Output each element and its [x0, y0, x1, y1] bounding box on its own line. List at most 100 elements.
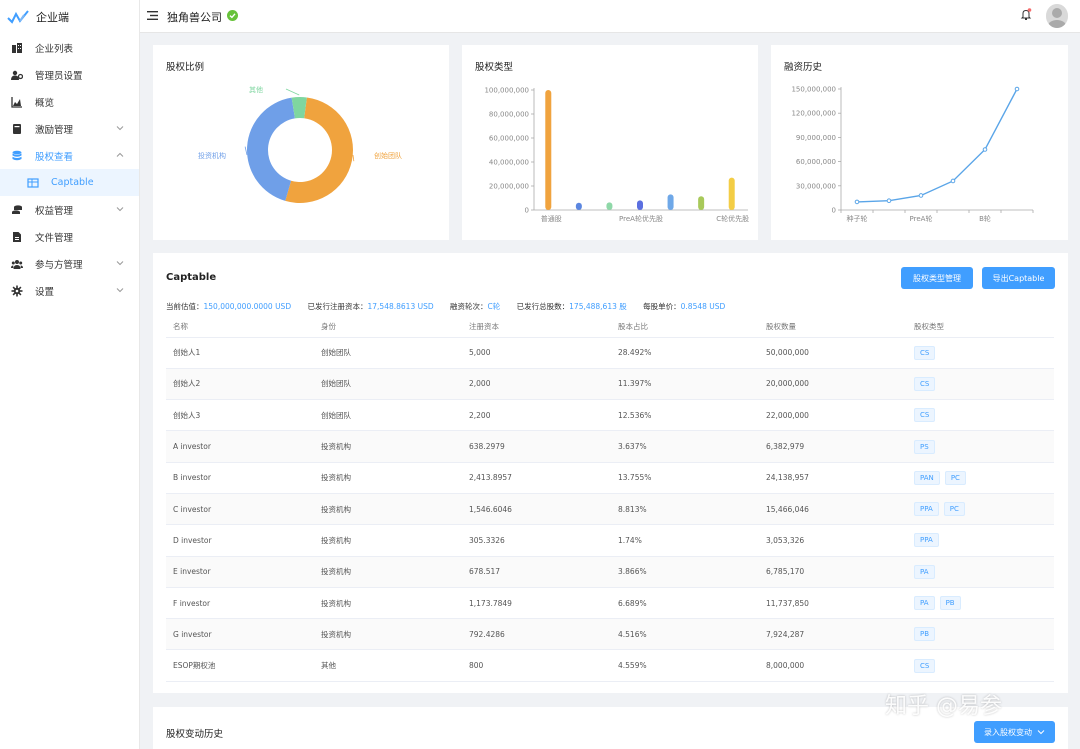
valuation-label: 当前估值：: [166, 302, 204, 311]
sidebar-item-label: 参与方管理: [35, 259, 83, 271]
equity-type-tag: PPA: [914, 533, 939, 548]
table-cell: 2,200: [462, 399, 611, 432]
equity-ratio-card: 股权比例 创始团队 投资机构 其他: [153, 45, 449, 240]
chevron-down-icon: [116, 207, 124, 212]
app-logo[interactable]: 企业端: [0, 0, 139, 34]
equity-type-tag: PB: [939, 596, 961, 611]
table-cell: F investor: [166, 587, 314, 620]
company-name[interactable]: 独角兽公司: [167, 9, 222, 25]
coins-icon: [11, 204, 23, 216]
funding-history-line-chart: 0 30,000,000 60,000,000 90,000,000 120,000,0…: [791, 86, 1034, 223]
equity-type-bar-chart: 0 20,000,000 40,000,000 60,000,000 80,000,00…: [484, 87, 749, 224]
bar[interactable]: [606, 202, 613, 210]
table-cell: G investor: [166, 618, 314, 651]
table-icon: [27, 177, 39, 189]
table-cell: D investor: [166, 524, 314, 557]
equity-type-tag: PS: [914, 439, 935, 454]
table-cell: 8.813%: [611, 493, 759, 526]
sidebar-item-label: 文件管理: [35, 232, 74, 244]
sidebar-item-menu-9[interactable]: 设置: [0, 277, 139, 304]
table-cell: 创始人1: [166, 337, 314, 369]
table-cell: 12.536%: [611, 399, 759, 432]
sidebar-item-menu-3[interactable]: 激励管理: [0, 115, 139, 142]
captable-summary: 当前估值：150,000,000.0000 USD 已发行注册资本：17,548…: [166, 301, 739, 312]
registered-capital-label: 已发行注册资本：: [307, 302, 368, 311]
sidebar-item-menu-8[interactable]: 参与方管理: [0, 250, 139, 277]
sidebar-item-menu-7[interactable]: 文件管理: [0, 223, 139, 250]
sidebar-item-menu-2[interactable]: 概览: [0, 88, 139, 115]
export-captable-button[interactable]: 导出Captable: [982, 267, 1055, 289]
equity-type-tag: PC: [944, 470, 966, 485]
sidebar-item-menu-4[interactable]: 股权查看: [0, 142, 139, 169]
x-tick-label: C轮优先股: [716, 214, 749, 223]
captable-title: Captable: [166, 272, 217, 283]
sidebar-item-menu-0[interactable]: 企业列表: [0, 34, 139, 61]
share-price-value: 0.8548 USD: [680, 302, 726, 311]
logo-icon: [7, 10, 29, 24]
bar[interactable]: [575, 202, 582, 210]
sidebar-item-label: 股权查看: [35, 151, 74, 163]
building-icon: [11, 42, 23, 54]
bar[interactable]: [728, 177, 735, 210]
sidebar: 企业端 企业列表管理员设置 概览 激励管理股权查看 Captable 权益管理文件管理参…: [0, 0, 140, 749]
funding-round-label: 融资轮次：: [450, 302, 488, 311]
bar[interactable]: [545, 90, 552, 210]
table-cell: 4.559%: [611, 649, 759, 682]
equity-type-tag: PPA: [914, 502, 939, 517]
table-cell: ESOP期权池: [166, 649, 314, 682]
table-cell: 800: [462, 649, 611, 682]
y-tick-label: 90,000,000: [796, 134, 836, 142]
notification-bell-icon[interactable]: [1020, 8, 1032, 21]
table-cell: 1.74%: [611, 524, 759, 557]
column-header: 身份: [314, 316, 462, 338]
sidebar-item-captable[interactable]: Captable: [0, 169, 139, 196]
slice-investors[interactable]: [247, 97, 295, 201]
chevron-down-icon: [116, 126, 124, 131]
data-point[interactable]: [950, 178, 956, 184]
equity-type-management-button[interactable]: 股权类型管理: [901, 267, 973, 289]
sidebar-item-menu-1[interactable]: 管理员设置: [0, 61, 139, 88]
x-tick-label: PreA轮优先股: [619, 214, 663, 223]
data-point[interactable]: [982, 147, 988, 152]
sidebar-item-label: 企业列表: [35, 43, 74, 55]
file-icon: [11, 231, 23, 243]
table-cell: 6,785,170: [759, 556, 907, 588]
equity-type-tag: CS: [914, 408, 936, 423]
column-header: 名称: [166, 316, 314, 338]
table-cell: 11,737,850: [759, 587, 907, 620]
data-point[interactable]: [886, 198, 892, 204]
table-row: 创始人3 创始团队 2,200 12.536% 22,000,000 CS: [166, 399, 1054, 432]
table-cell: 投资机构: [314, 524, 462, 557]
table-cell: 50,000,000: [759, 337, 907, 369]
top-header: 独角兽公司: [140, 0, 1080, 33]
data-point[interactable]: [1014, 86, 1020, 92]
table-cell: 7,924,287: [759, 618, 907, 651]
table-cell: 3.866%: [611, 556, 759, 588]
x-tick-label: PreA轮: [910, 214, 933, 223]
equity-type-card: 股权类型 0 20,000,000 40,000,000 60,000,000 80,0…: [462, 45, 758, 240]
table-cell: 创始人3: [166, 399, 314, 432]
menu-toggle-icon[interactable]: [147, 10, 158, 21]
chevron-up-icon: [116, 152, 124, 157]
table-cell: 其他: [314, 649, 462, 682]
bar[interactable]: [698, 196, 705, 210]
user-avatar[interactable]: [1046, 4, 1068, 28]
bar[interactable]: [637, 200, 643, 210]
chevron-down-icon: [1037, 730, 1045, 735]
captable-table: 名称 身份 注册资本 股本占比 股权数量 股权类型 创始人1 创始团队 5,000 2…: [166, 316, 1054, 682]
equity-type-tag: CS: [914, 376, 936, 391]
table-cell: 20,000,000: [759, 368, 907, 401]
table-cell: E investor: [166, 556, 314, 588]
sidebar-item-menu-6[interactable]: 权益管理: [0, 196, 139, 223]
data-point[interactable]: [918, 193, 924, 198]
record-equity-change-button[interactable]: 录入股权变动: [974, 721, 1055, 743]
equity-type-tag: PA: [914, 596, 935, 611]
y-tick-label: 40,000,000: [489, 159, 529, 167]
share-price-label: 每股单价：: [643, 302, 681, 311]
sidebar-item-label: 权益管理: [35, 205, 74, 217]
bar[interactable]: [667, 194, 674, 210]
data-point[interactable]: [854, 199, 860, 205]
database-icon: [11, 150, 23, 162]
slice-label: 创始团队: [374, 151, 402, 160]
slice-label: 其他: [249, 85, 263, 94]
